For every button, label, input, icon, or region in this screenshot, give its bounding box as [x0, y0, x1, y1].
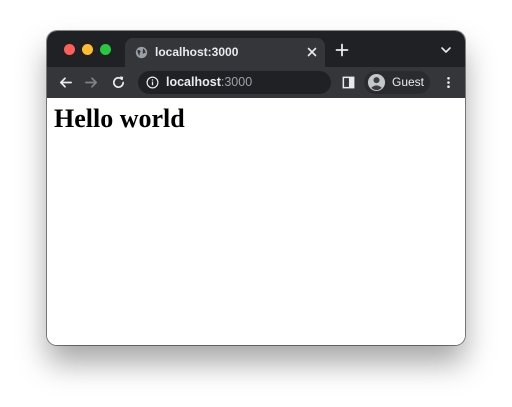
- profile-label: Guest: [392, 75, 425, 89]
- tab-localhost[interactable]: localhost:3000: [125, 38, 325, 67]
- reload-icon[interactable]: [111, 75, 126, 90]
- address-port: :3000: [220, 75, 253, 89]
- profile-button[interactable]: Guest: [364, 71, 430, 94]
- tab-strip: localhost:3000: [47, 31, 465, 67]
- address-url: localhost:3000: [166, 75, 252, 89]
- side-panel-icon[interactable]: [341, 75, 356, 90]
- browser-window: localhost:3000 localhost:3000 Guest Hell…: [47, 31, 465, 345]
- browser-toolbar: localhost:3000 Guest: [47, 67, 465, 98]
- chevron-down-icon[interactable]: [440, 45, 452, 55]
- avatar-icon: [367, 73, 386, 92]
- forward-arrow-icon[interactable]: [84, 75, 99, 90]
- globe-icon: [135, 46, 148, 59]
- page-heading: Hello world: [54, 104, 185, 133]
- page-viewport: Hello world: [47, 98, 465, 345]
- plus-icon[interactable]: [335, 43, 349, 57]
- info-icon[interactable]: [146, 76, 159, 89]
- address-host: localhost: [166, 75, 221, 89]
- screenshot-canvas: localhost:3000 localhost:3000 Guest Hell…: [0, 0, 512, 407]
- tab-title: localhost:3000: [155, 45, 239, 59]
- close-icon[interactable]: [305, 45, 319, 59]
- more-vertical-icon[interactable]: [441, 75, 456, 90]
- window-minimize-button[interactable]: [82, 44, 93, 55]
- window-close-button[interactable]: [64, 44, 75, 55]
- address-bar[interactable]: localhost:3000: [138, 71, 331, 94]
- window-maximize-button[interactable]: [100, 44, 111, 55]
- back-arrow-icon[interactable]: [58, 75, 73, 90]
